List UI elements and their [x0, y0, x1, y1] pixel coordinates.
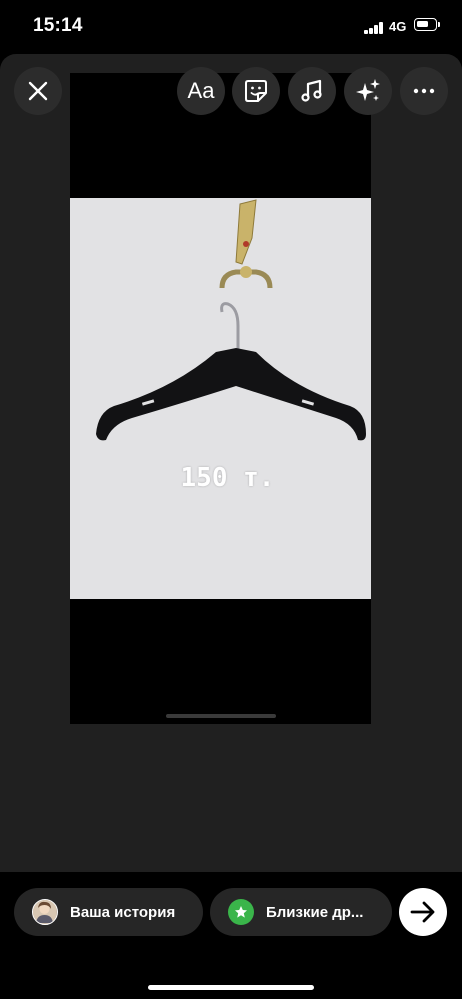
battery-icon — [414, 18, 437, 31]
cellular-signal-icon — [364, 22, 384, 34]
home-indicator[interactable] — [148, 985, 314, 990]
close-friends-label: Близкие др... — [266, 903, 364, 921]
text-tool-label: Aa — [187, 78, 215, 103]
music-note-icon — [301, 79, 322, 102]
avatar — [32, 899, 58, 925]
close-friends-button[interactable]: Близкие др... — [210, 888, 392, 936]
sparkles-icon — [356, 79, 380, 101]
battery-tip — [438, 22, 440, 27]
story-price-text[interactable]: 150 т. — [70, 463, 371, 493]
status-bar: 15:14 4G — [0, 0, 462, 54]
story-photo[interactable]: 150 т. — [70, 198, 371, 599]
text-tool-button[interactable]: Aa — [177, 67, 225, 115]
more-horizontal-icon — [413, 88, 435, 94]
sticker-button[interactable] — [232, 67, 280, 115]
sticker-icon — [245, 80, 267, 102]
close-friends-star-icon — [228, 899, 254, 925]
network-type: 4G — [389, 19, 407, 34]
canvas-drag-handle[interactable] — [166, 714, 276, 718]
hanger-metal-hook — [220, 302, 240, 350]
wall-hook-plate — [235, 199, 257, 265]
your-story-button[interactable]: Ваша история — [14, 888, 203, 936]
send-button[interactable] — [399, 888, 447, 936]
music-button[interactable] — [288, 67, 336, 115]
arrow-right-icon — [410, 901, 435, 923]
hanger-body — [96, 348, 366, 441]
hanger-photo-illustration — [96, 199, 366, 441]
status-time: 15:14 — [33, 15, 83, 36]
close-icon — [28, 81, 48, 101]
effects-button[interactable] — [344, 67, 392, 115]
your-story-label: Ваша история — [70, 903, 176, 921]
close-button[interactable] — [14, 67, 62, 115]
more-button[interactable] — [400, 67, 448, 115]
